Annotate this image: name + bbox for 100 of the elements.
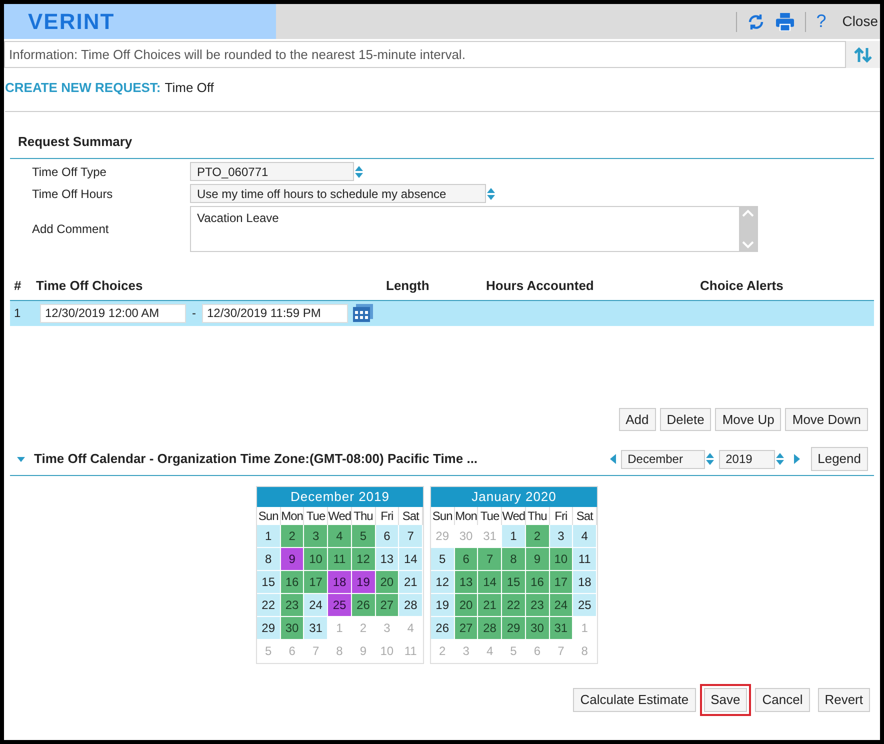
calendar-day[interactable]: 20 <box>376 571 400 594</box>
calendar-day[interactable]: 19 <box>431 594 455 617</box>
calendar-day[interactable]: 23 <box>280 594 304 617</box>
calendar-day[interactable]: 9 <box>526 548 550 571</box>
calendar-day[interactable]: 29 <box>502 617 526 640</box>
calendar-day[interactable]: 26 <box>352 594 376 617</box>
calendar-day[interactable]: 13 <box>454 571 478 594</box>
calendar-day[interactable]: 23 <box>526 594 550 617</box>
calendar-day[interactable]: 8 <box>257 548 281 571</box>
calendar-day[interactable]: 11 <box>328 548 352 571</box>
refresh-icon[interactable] <box>747 12 766 30</box>
calendar-icon[interactable] <box>352 303 374 323</box>
calendar-day[interactable]: 1 <box>257 525 281 548</box>
column-header: # <box>13 277 22 295</box>
start-date-field[interactable]: 12/30/2019 12:00 AM <box>40 304 186 322</box>
column-header: Length <box>386 277 430 295</box>
sort-button[interactable] <box>846 41 880 68</box>
calendar-day[interactable]: 18 <box>328 571 352 594</box>
calendar-day[interactable]: 22 <box>257 594 281 617</box>
calendar-day[interactable]: 3 <box>550 525 574 548</box>
action-button[interactable]: Move Down <box>785 408 868 431</box>
footer-button[interactable]: Calculate Estimate <box>573 688 696 712</box>
chevron-up-icon <box>742 209 754 217</box>
calendar-day[interactable]: 10 <box>304 548 328 571</box>
calendar-day[interactable]: 24 <box>550 594 574 617</box>
calendar-day[interactable]: 5 <box>352 525 376 548</box>
footer-button[interactable]: Revert <box>818 688 870 712</box>
logo: VERINT <box>28 8 115 36</box>
calendar-day[interactable]: 13 <box>376 548 400 571</box>
next-month-icon[interactable] <box>792 453 801 465</box>
page-title-label: CREATE NEW REQUEST: <box>5 79 161 97</box>
action-button[interactable]: Delete <box>660 408 712 431</box>
month-select[interactable]: December <box>620 450 705 468</box>
calendar-day[interactable]: 14 <box>399 548 423 571</box>
calendar-day[interactable]: 5 <box>431 548 455 571</box>
calendar-day[interactable]: 20 <box>454 594 478 617</box>
calendar-day[interactable]: 22 <box>502 594 526 617</box>
action-button[interactable]: Move Up <box>715 408 782 431</box>
calendar-day[interactable]: 3 <box>304 525 328 548</box>
calendar-day[interactable]: 30 <box>526 617 550 640</box>
calendar-day[interactable]: 4 <box>573 525 597 548</box>
calendar-day[interactable]: 1 <box>502 525 526 548</box>
section-title: Request Summary <box>18 134 132 149</box>
calendar-day[interactable]: 21 <box>399 571 423 594</box>
year-select[interactable]: 2019 <box>718 450 775 468</box>
calendar-day[interactable]: 14 <box>478 571 502 594</box>
info-message: Information: Time Off Choices will be rounded to the nearest 15-minute interval. <box>4 41 846 68</box>
footer-button[interactable]: Save <box>704 688 748 712</box>
calendar-day[interactable]: 9 <box>280 548 304 571</box>
collapse-caret-icon[interactable] <box>16 454 26 464</box>
print-icon[interactable] <box>775 12 796 30</box>
calendar-day[interactable]: 7 <box>399 525 423 548</box>
calendar-day[interactable]: 27 <box>454 617 478 640</box>
calendar-day[interactable]: 25 <box>328 594 352 617</box>
calendar-day[interactable]: 17 <box>550 571 574 594</box>
help-button[interactable]: ? <box>816 8 826 35</box>
comment-field[interactable]: Vacation Leave <box>190 206 758 252</box>
calendar-day[interactable]: 24 <box>304 594 328 617</box>
previous-month-icon[interactable] <box>608 453 617 465</box>
calendar-day[interactable]: 28 <box>399 594 423 617</box>
scrollbar[interactable] <box>739 207 757 251</box>
calendar-day[interactable]: 30 <box>280 617 304 640</box>
end-date-field[interactable]: 12/30/2019 11:59 PM <box>202 304 348 322</box>
column-header: Time Off Choices <box>36 277 144 295</box>
calendar-day[interactable]: 31 <box>304 617 328 640</box>
calendar-day[interactable]: 27 <box>376 594 400 617</box>
action-button[interactable]: Add <box>618 408 656 431</box>
calendar-day[interactable]: 8 <box>502 548 526 571</box>
calendar-day[interactable]: 28 <box>478 617 502 640</box>
calendar-day[interactable]: 2 <box>280 525 304 548</box>
calendar-day[interactable]: 18 <box>573 571 597 594</box>
calendar-day[interactable]: 15 <box>502 571 526 594</box>
calendar-day[interactable]: 17 <box>304 571 328 594</box>
calendar-day[interactable]: 11 <box>573 548 597 571</box>
calendar-day[interactable]: 12 <box>352 548 376 571</box>
calendar-day[interactable]: 25 <box>573 594 597 617</box>
calendar-day[interactable]: 10 <box>550 548 574 571</box>
calendar-day[interactable]: 26 <box>431 617 455 640</box>
calendar-day[interactable]: 6 <box>376 525 400 548</box>
select-field[interactable]: PTO_060771 <box>190 162 354 181</box>
close-button[interactable]: Close <box>842 11 878 32</box>
column-header: Hours Accounted <box>486 277 595 295</box>
page-title-value: Time Off <box>164 79 214 97</box>
calendar-day[interactable]: 21 <box>478 594 502 617</box>
calendar-day[interactable]: 31 <box>550 617 574 640</box>
choice-row[interactable]: 1 12/30/2019 12:00 AM - 12/30/2019 11:59 PM <box>10 300 874 326</box>
calendar-day[interactable]: 6 <box>454 548 478 571</box>
calendar-day[interactable]: 16 <box>526 571 550 594</box>
select-field[interactable]: Use my time off hours to schedule my absence <box>190 184 486 203</box>
calendar-day[interactable]: 2 <box>526 525 550 548</box>
calendar-day[interactable]: 7 <box>478 548 502 571</box>
calendar-day[interactable]: 29 <box>257 617 281 640</box>
calendar-day[interactable]: 4 <box>328 525 352 548</box>
calendar-day[interactable]: 16 <box>280 571 304 594</box>
calendar-day[interactable]: 19 <box>352 571 376 594</box>
footer-button[interactable]: Cancel <box>755 688 810 712</box>
calendar-day[interactable]: 12 <box>431 571 455 594</box>
legend-button[interactable]: Legend <box>810 447 868 470</box>
field-label: Time Off Type <box>31 164 108 180</box>
calendar-day[interactable]: 15 <box>257 571 281 594</box>
